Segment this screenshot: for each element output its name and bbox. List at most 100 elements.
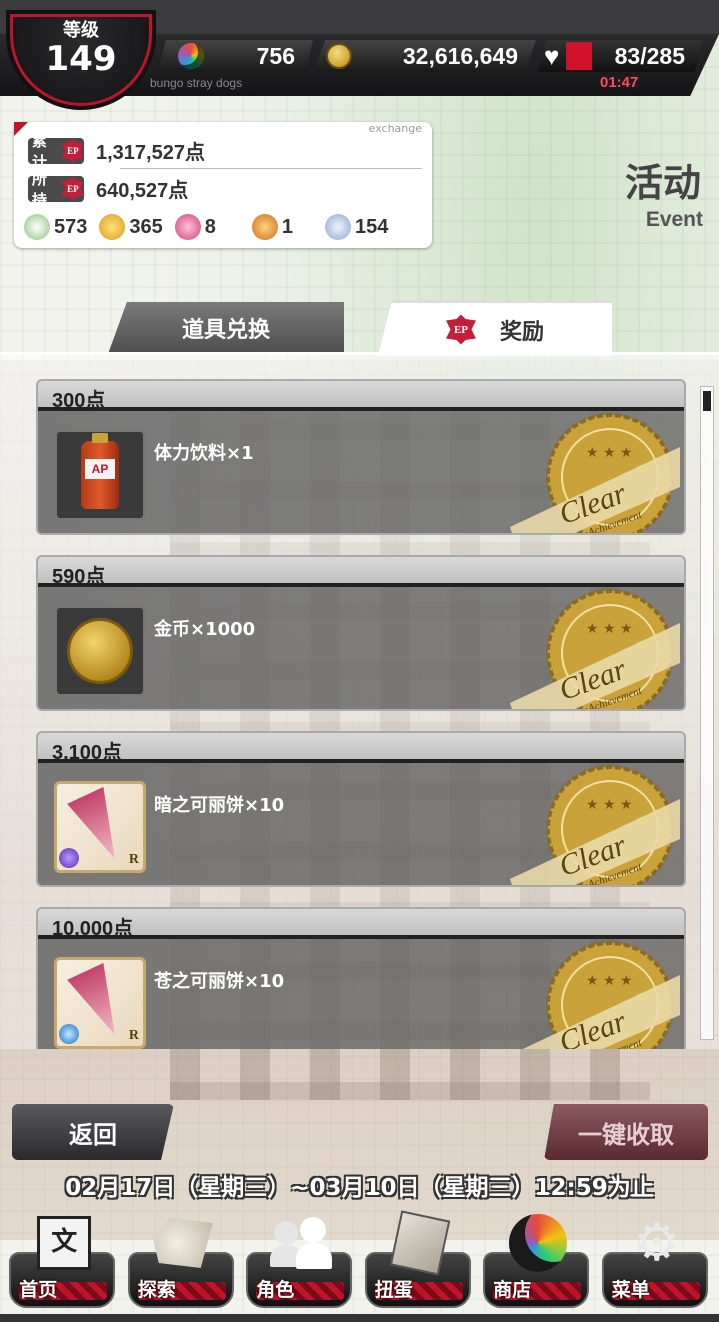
collect-all-button[interactable]: 一键收取 bbox=[544, 1104, 708, 1160]
tab-label: 道具兑换 bbox=[181, 318, 270, 343]
rarity-badge: R bbox=[128, 852, 139, 867]
svg-text:★ ★ ★: ★ ★ ★ bbox=[586, 621, 633, 637]
exchange-tag: exchange bbox=[368, 122, 422, 135]
coin-icon bbox=[326, 43, 352, 69]
reward-item-name: 暗之可丽饼×10 bbox=[154, 795, 285, 816]
ap-timer: 01:47 bbox=[600, 74, 639, 91]
back-button[interactable]: 返回 bbox=[12, 1104, 174, 1160]
material-count: 573 bbox=[54, 215, 88, 238]
svg-text:★ ★ ★: ★ ★ ★ bbox=[586, 797, 633, 813]
game-subtitle: bungo stray dogs bbox=[150, 76, 243, 90]
material-item: 1 bbox=[251, 214, 293, 240]
clear-achievement-seal-icon: ★ ★ ★ Clear Achievement bbox=[510, 413, 680, 533]
nav-shop[interactable]: 商店 bbox=[483, 1212, 591, 1308]
gear-icon: ⚙ bbox=[633, 1213, 681, 1273]
nav-explore[interactable]: 探索 bbox=[127, 1212, 236, 1308]
ap-drink-icon bbox=[81, 433, 119, 509]
ep-icon: EP bbox=[61, 138, 84, 163]
gem-counter[interactable]: 756 bbox=[158, 40, 313, 72]
nav-label: 首页 bbox=[19, 1279, 58, 1301]
blue-flower-icon bbox=[325, 214, 351, 240]
material-list: 573 365 8 1 154 bbox=[24, 214, 394, 240]
clear-achievement-seal-icon: ★ ★ ★ Clear Achievement bbox=[510, 765, 680, 885]
gem-icon bbox=[178, 43, 204, 69]
reward-item-name: 金币×1000 bbox=[154, 619, 256, 640]
water-element-icon bbox=[59, 1024, 79, 1044]
tiger-icon bbox=[150, 1212, 216, 1274]
nav-label: 商店 bbox=[493, 1279, 532, 1301]
reward-points: 300点 bbox=[52, 390, 106, 412]
total-points-row: 累计 EP 1,317,527点 bbox=[28, 132, 205, 171]
nav-label: 角色 bbox=[256, 1279, 295, 1301]
dark-element-icon bbox=[59, 848, 79, 868]
nav-menu[interactable]: ⚙ 菜单 bbox=[601, 1212, 710, 1308]
bottom-navigation: 文 首页 探索 角色 扭蛋 商店 ⚙ 菜单 bbox=[0, 1210, 719, 1314]
material-count: 1 bbox=[281, 215, 293, 238]
yellow-flower-icon bbox=[99, 214, 126, 240]
nav-characters[interactable]: 角色 bbox=[246, 1212, 354, 1308]
rarity-badge: R bbox=[128, 1028, 139, 1043]
svg-text:★ ★ ★: ★ ★ ★ bbox=[586, 973, 633, 989]
nav-gacha[interactable]: 扭蛋 bbox=[364, 1210, 473, 1308]
gold-counter[interactable]: 32,616,649 bbox=[314, 40, 536, 72]
reward-item-slot[interactable] bbox=[54, 605, 146, 697]
total-label-badge: 累计 EP bbox=[28, 132, 84, 171]
material-count: 154 bbox=[355, 215, 389, 238]
ap-indicator bbox=[566, 42, 592, 70]
material-item: 573 bbox=[24, 214, 87, 240]
nav-label: 菜单 bbox=[611, 1279, 650, 1301]
ap-counter[interactable]: ♥ 83/285 bbox=[538, 40, 703, 72]
people-icon bbox=[268, 1212, 334, 1274]
reward-card: 300点 体力饮料×1 ★ ★ ★ Clear Achievement bbox=[36, 379, 686, 535]
owned-label: 所持 bbox=[32, 169, 48, 209]
list-scrollbar[interactable] bbox=[700, 386, 714, 1040]
reward-item-slot[interactable]: R bbox=[54, 781, 146, 873]
ep-icon: EP bbox=[445, 314, 476, 345]
reward-item-slot[interactable]: R bbox=[54, 957, 146, 1049]
reward-card: 590点 金币×1000 ★ ★ ★ Clear Achievement bbox=[36, 555, 686, 711]
material-item: 365 bbox=[99, 214, 163, 240]
nav-label: 探索 bbox=[137, 1279, 176, 1301]
material-item: 154 bbox=[325, 214, 388, 240]
ep-icon: EP bbox=[61, 176, 84, 201]
scrollbar-thumb[interactable] bbox=[703, 391, 711, 411]
owned-points-value: 640,527点 bbox=[96, 180, 189, 202]
reward-list[interactable]: 300点 体力饮料×1 ★ ★ ★ Clear Achievement 590点… bbox=[0, 355, 719, 1049]
reward-points: 590点 bbox=[52, 566, 106, 588]
material-count: 8 bbox=[204, 215, 216, 238]
owned-label-badge: 所持 EP bbox=[28, 170, 84, 209]
nav-home[interactable]: 文 首页 bbox=[9, 1212, 117, 1308]
white-flower-icon bbox=[24, 214, 50, 240]
level-value: 149 bbox=[45, 39, 117, 79]
reward-item-name: 苍之可丽饼×10 bbox=[154, 971, 285, 992]
crescent-gem-icon bbox=[505, 1212, 571, 1274]
ap-value: 83/285 bbox=[614, 42, 685, 69]
tab-rewards[interactable]: EP 奖励 bbox=[378, 300, 612, 356]
divider bbox=[120, 168, 422, 169]
tab-item-exchange[interactable]: 道具兑换 bbox=[108, 302, 344, 354]
system-nav-bar bbox=[0, 1314, 719, 1322]
svg-text:★ ★ ★: ★ ★ ★ bbox=[586, 445, 633, 461]
pink-flower-icon bbox=[174, 214, 201, 240]
owned-points-row: 所持 EP 640,527点 bbox=[28, 170, 189, 209]
material-count: 365 bbox=[129, 215, 163, 238]
bungo-logo-icon: 文 bbox=[31, 1212, 97, 1274]
gem-value: 756 bbox=[256, 42, 295, 69]
clear-achievement-seal-icon: ★ ★ ★ Clear Achievement bbox=[510, 589, 680, 709]
page-title: 活动 bbox=[624, 161, 701, 205]
reward-item-name: 体力饮料×1 bbox=[154, 443, 254, 464]
event-period: 02月17日（星期三）~03月10日（星期三）12:59为止 bbox=[65, 1175, 654, 1201]
gold-coin-icon bbox=[67, 618, 133, 684]
event-points-panel: exchange 累计 EP 1,317,527点 所持 EP 640,527点… bbox=[14, 122, 432, 248]
reward-item-slot[interactable] bbox=[54, 429, 146, 521]
clear-achievement-seal-icon: ★ ★ ★ Clear Achievement bbox=[522, 941, 680, 1049]
tab-label: 奖励 bbox=[499, 319, 544, 345]
material-item: 8 bbox=[174, 214, 216, 240]
reward-card: 3,100点 R 暗之可丽饼×10 ★ ★ ★ Clear Achievemen… bbox=[36, 731, 686, 887]
total-label: 累计 bbox=[32, 131, 48, 171]
reward-card: 10,000点 R 苍之可丽饼×10 ★ ★ ★ Clear Achieveme… bbox=[36, 907, 686, 1049]
gold-value: 32,616,649 bbox=[402, 42, 518, 69]
reward-points: 3,100点 bbox=[52, 742, 123, 764]
nav-label: 扭蛋 bbox=[374, 1279, 413, 1301]
book-icon bbox=[387, 1210, 453, 1276]
